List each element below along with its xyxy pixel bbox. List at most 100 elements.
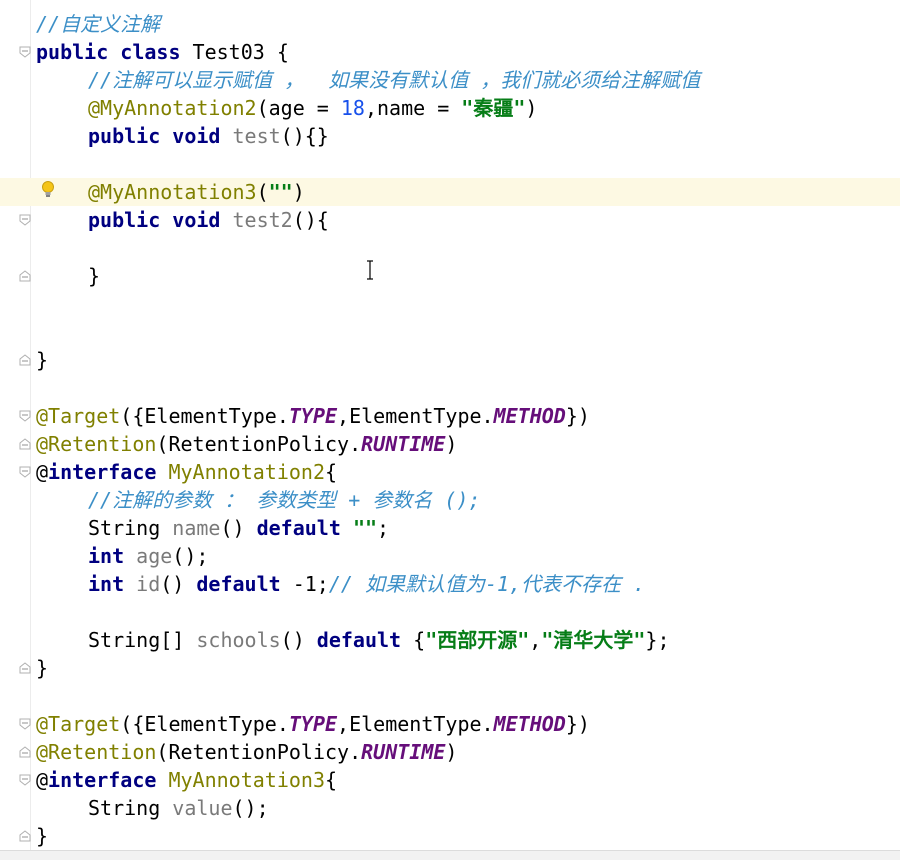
code-text: } [36, 824, 49, 848]
comment: // 如果默认值为-1,代表不存在 . [328, 572, 646, 596]
string-literal: "" [352, 516, 378, 540]
code-line[interactable]: } [36, 346, 48, 374]
code-text: } [36, 656, 49, 680]
code-text: () [160, 572, 197, 596]
keyword: int [88, 544, 125, 568]
fold-end-marker-icon[interactable] [18, 745, 32, 759]
code-line[interactable]: @Retention(RetentionPolicy.RUNTIME) [36, 738, 457, 766]
keyword: interface [48, 460, 157, 484]
code-text: @ [36, 460, 49, 484]
code-text: ,ElementType. [337, 712, 494, 736]
keyword: default [196, 572, 281, 596]
code-line[interactable]: int age(); [88, 542, 208, 570]
fold-end-marker-icon[interactable] [18, 661, 32, 675]
code-text: String[] [88, 628, 197, 652]
method-name: test [232, 124, 281, 148]
static-field: METHOD [493, 712, 566, 736]
code-line[interactable]: } [36, 654, 48, 682]
annotation: @Target [36, 712, 121, 736]
code-text: @ [36, 768, 49, 792]
static-field: RUNTIME [361, 432, 446, 456]
method-name: age [136, 544, 173, 568]
code-line[interactable]: String name() default ""; [88, 514, 389, 542]
code-text: (){ [292, 208, 329, 232]
keyword: default [316, 628, 402, 652]
code-line[interactable]: @interface MyAnnotation2{ [36, 458, 337, 486]
code-text: () [280, 628, 317, 652]
code-text: (); [172, 544, 209, 568]
code-line[interactable]: @Target({ElementType.TYPE,ElementType.ME… [36, 402, 590, 430]
fold-marker-icon[interactable] [18, 773, 32, 787]
code-line[interactable]: //注解可以显示赋值 ， 如果没有默认值 ，我们就必须给注解赋值 [88, 66, 700, 94]
fold-end-marker-icon[interactable] [18, 829, 32, 843]
static-field: TYPE [288, 712, 338, 736]
fold-end-marker-icon[interactable] [18, 353, 32, 367]
code-text: ) [525, 96, 538, 120]
annotation: @MyAnnotation3 [88, 180, 257, 204]
text-cursor-icon [367, 260, 373, 280]
fold-marker-icon[interactable] [18, 45, 32, 59]
keyword: public void [88, 208, 221, 232]
code-line[interactable]: public void test2(){ [88, 206, 329, 234]
code-line[interactable]: @Retention(RetentionPolicy.RUNTIME) [36, 430, 457, 458]
annotation: @Retention [36, 740, 157, 764]
code-line[interactable]: public class Test03 { [36, 38, 289, 66]
code-text: (); [232, 796, 269, 820]
code-text: (RetentionPolicy. [156, 740, 362, 764]
fold-marker-icon[interactable] [18, 717, 32, 731]
annotation: @Target [36, 404, 121, 428]
fold-end-marker-icon[interactable] [18, 269, 32, 283]
fold-marker-icon[interactable] [18, 465, 32, 479]
code-editor[interactable]: //自定义注解 public class Test03 { //注解可以显示赋值… [0, 0, 900, 850]
code-line[interactable]: @interface MyAnnotation3{ [36, 766, 337, 794]
code-text: String [88, 796, 173, 820]
annotation: @MyAnnotation2 [88, 96, 257, 120]
code-line[interactable]: //注解的参数 ： 参数类型 + 参数名 (); [88, 486, 480, 514]
comment: //注解可以显示赋值 ， 如果没有默认值 ，我们就必须给注解赋值 [88, 68, 701, 92]
method-name: value [172, 796, 233, 820]
keyword: public void [88, 124, 221, 148]
code-text: ) [445, 432, 458, 456]
code-text: { [325, 768, 338, 792]
fold-marker-icon[interactable] [18, 213, 32, 227]
code-line[interactable]: } [88, 262, 100, 290]
method-name: test2 [232, 208, 293, 232]
code-line[interactable]: } [36, 822, 48, 850]
code-text: () [220, 516, 257, 540]
code-text: (age = [256, 96, 341, 120]
intention-bulb-icon[interactable] [41, 180, 55, 200]
code-line[interactable]: @MyAnnotation3("") [88, 178, 305, 206]
code-line[interactable]: String[] schools() default {"西部开源","清华大学… [88, 626, 670, 654]
number-literal: 18 [340, 96, 365, 120]
fold-marker-icon[interactable] [18, 409, 32, 423]
code-line[interactable]: public void test(){} [88, 122, 329, 150]
code-text: -1; [280, 572, 329, 596]
code-text: ,ElementType. [337, 404, 494, 428]
static-field: TYPE [288, 404, 338, 428]
class-name: Test03 { [180, 40, 289, 64]
fold-end-marker-icon[interactable] [18, 437, 32, 451]
code-text: ) [292, 180, 305, 204]
code-text: (){} [280, 124, 329, 148]
code-text: }) [565, 404, 590, 428]
code-text: , [529, 628, 542, 652]
code-line[interactable]: String value(); [88, 794, 269, 822]
method-name: schools [196, 628, 281, 652]
code-text: }) [565, 712, 590, 736]
code-text: ({ElementType. [120, 712, 289, 736]
code-line[interactable]: @MyAnnotation2(age = 18,name = "秦疆") [88, 94, 537, 122]
static-field: METHOD [493, 404, 566, 428]
code-line[interactable]: int id() default -1;// 如果默认值为-1,代表不存在 . [88, 570, 645, 598]
editor-gutter[interactable] [0, 0, 31, 850]
code-line[interactable]: @Target({ElementType.TYPE,ElementType.ME… [36, 710, 590, 738]
keyword: default [256, 516, 341, 540]
code-line[interactable]: //自定义注解 [36, 10, 160, 38]
code-text: ( [256, 180, 269, 204]
code-text: ({ElementType. [120, 404, 289, 428]
